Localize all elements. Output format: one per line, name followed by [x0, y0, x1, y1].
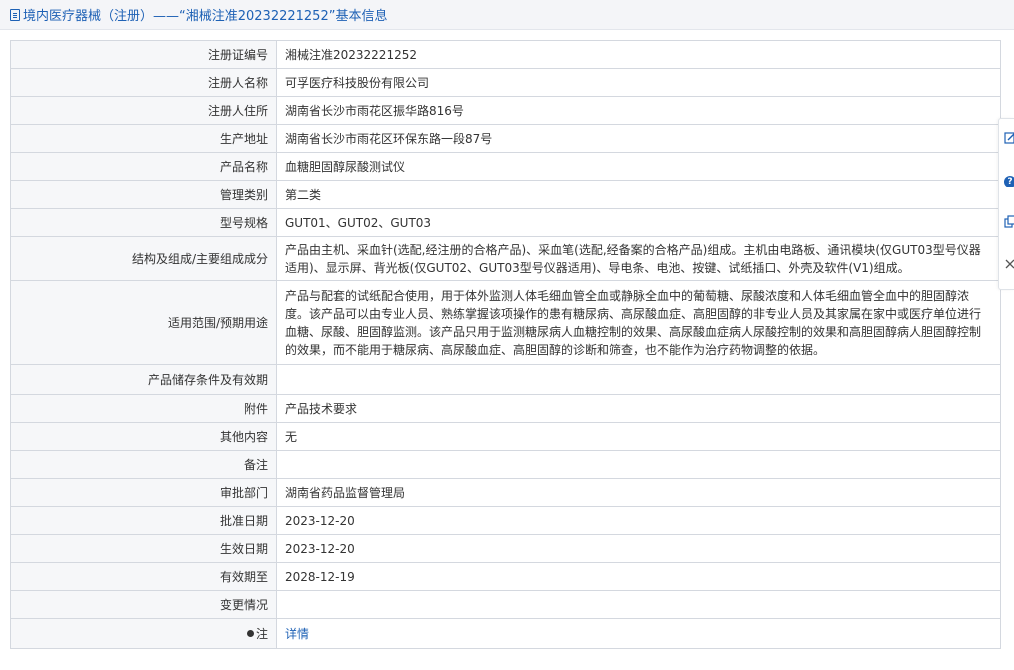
table-row: 注 详情 — [10, 618, 1001, 649]
row-value: 湖南省长沙市雨花区振华路816号 — [276, 96, 1001, 125]
table-row: 附件 产品技术要求 — [10, 394, 1001, 423]
page-title: 境内医疗器械（注册）——“湘械注准20232221252”基本信息 — [23, 9, 388, 24]
basic-info-table: 注册证编号 湘械注准20232221252 注册人名称 可孚医疗科技股份有限公司… — [10, 40, 1001, 649]
table-row: 生效日期 2023-12-20 — [10, 534, 1001, 563]
table-row: 产品储存条件及有效期 — [10, 364, 1001, 395]
row-label-note: 注 — [10, 618, 277, 649]
table-row: 备注 — [10, 450, 1001, 479]
row-value: 2023-12-20 — [276, 506, 1001, 535]
row-label: 备注 — [10, 450, 277, 479]
table-row: 适用范围/预期用途 产品与配套的试纸配合使用，用于体外监测人体毛细血管全血或静脉… — [10, 280, 1001, 365]
row-value: 可孚医疗科技股份有限公司 — [276, 68, 1001, 97]
row-label: 生产地址 — [10, 124, 277, 153]
row-value: 详情 — [276, 618, 1001, 649]
row-label: 注册人名称 — [10, 68, 277, 97]
row-value: 湖南省长沙市雨花区环保东路一段87号 — [276, 124, 1001, 153]
row-label: 产品储存条件及有效期 — [10, 364, 277, 395]
table-row: 注册人名称 可孚医疗科技股份有限公司 — [10, 68, 1001, 97]
row-label: 注册证编号 — [10, 40, 277, 69]
note-icon — [246, 630, 254, 637]
table-row: 审批部门 湖南省药品监督管理局 — [10, 478, 1001, 507]
close-icon[interactable] — [1004, 257, 1014, 271]
note-label: 注 — [255, 627, 268, 641]
row-label: 注册人住所 — [10, 96, 277, 125]
row-label: 产品名称 — [10, 152, 277, 181]
row-label: 生效日期 — [10, 534, 277, 563]
row-label: 审批部门 — [10, 478, 277, 507]
row-value — [276, 590, 1001, 619]
row-label: 型号规格 — [10, 208, 277, 237]
row-value: 2023-12-20 — [276, 534, 1001, 563]
row-value: 湖南省药品监督管理局 — [276, 478, 1001, 507]
row-label: 有效期至 — [10, 562, 277, 591]
row-value: 湘械注准20232221252 — [276, 40, 1001, 69]
details-link[interactable]: 详情 — [285, 627, 309, 641]
row-label: 适用范围/预期用途 — [10, 280, 277, 365]
row-value: 血糖胆固醇尿酸测试仪 — [276, 152, 1001, 181]
row-label: 结构及组成/主要组成成分 — [10, 236, 277, 281]
row-label: 变更情况 — [10, 590, 277, 619]
row-label: 管理类别 — [10, 180, 277, 209]
row-value: GUT01、GUT02、GUT03 — [276, 208, 1001, 237]
row-label: 批准日期 — [10, 506, 277, 535]
row-value — [276, 450, 1001, 479]
row-value — [276, 364, 1001, 395]
table-row: 变更情况 — [10, 590, 1001, 619]
page-header: 境内医疗器械（注册）——“湘械注准20232221252”基本信息 — [0, 0, 1014, 30]
row-value: 产品技术要求 — [276, 394, 1001, 423]
row-label: 其他内容 — [10, 422, 277, 451]
row-label: 附件 — [10, 394, 277, 423]
table-row: 管理类别 第二类 — [10, 180, 1001, 209]
document-icon — [10, 8, 20, 21]
side-toolbar: ? — [998, 118, 1014, 290]
row-value: 2028-12-19 — [276, 562, 1001, 591]
table-row: 结构及组成/主要组成成分 产品由主机、采血针(选配,经注册的合格产品)、采血笔(… — [10, 236, 1001, 281]
row-value: 产品与配套的试纸配合使用，用于体外监测人体毛细血管全血或静脉全血中的葡萄糖、尿酸… — [276, 280, 1001, 365]
table-row: 其他内容 无 — [10, 422, 1001, 451]
table-row: 有效期至 2028-12-19 — [10, 562, 1001, 591]
row-value: 产品由主机、采血针(选配,经注册的合格产品)、采血笔(选配,经备案的合格产品)组… — [276, 236, 1001, 281]
table-row: 批准日期 2023-12-20 — [10, 506, 1001, 535]
table-row: 产品名称 血糖胆固醇尿酸测试仪 — [10, 152, 1001, 181]
row-value: 第二类 — [276, 180, 1001, 209]
table-row: 注册证编号 湘械注准20232221252 — [10, 40, 1001, 69]
copy-icon[interactable] — [1004, 215, 1014, 229]
page: 境内医疗器械（注册）——“湘械注准20232221252”基本信息 注册证编号 … — [0, 0, 1014, 670]
table-row: 生产地址 湖南省长沙市雨花区环保东路一段87号 — [10, 124, 1001, 153]
table-row: 型号规格 GUT01、GUT02、GUT03 — [10, 208, 1001, 237]
help-icon[interactable]: ? — [1004, 173, 1014, 187]
row-value: 无 — [276, 422, 1001, 451]
table-row: 注册人住所 湖南省长沙市雨花区振华路816号 — [10, 96, 1001, 125]
edit-icon[interactable] — [1004, 131, 1014, 145]
